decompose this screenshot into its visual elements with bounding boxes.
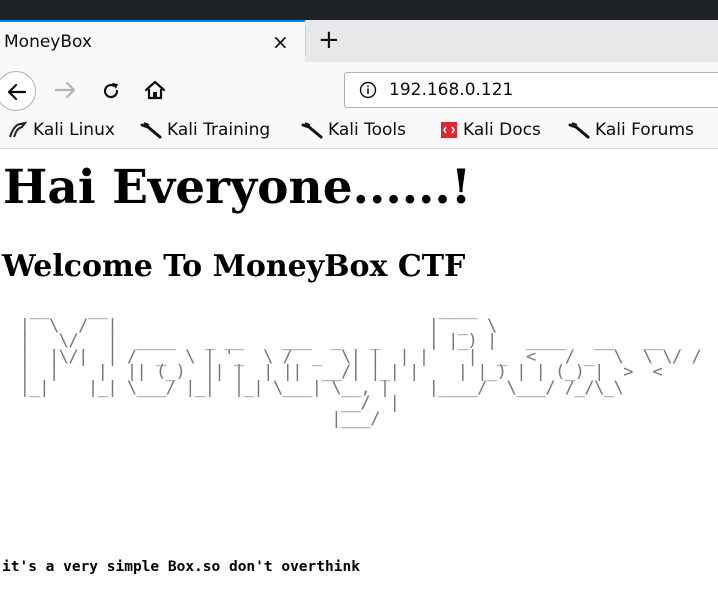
window-titlebar (0, 0, 718, 20)
page-subheading: Welcome To MoneyBox CTF (2, 249, 466, 284)
bookmark-kali-forums[interactable]: Kali Forums (568, 120, 694, 144)
kali-dragon-icon (9, 121, 28, 138)
kali-dragon-icon (568, 122, 590, 139)
bookmark-label: Kali Training (167, 120, 271, 140)
tab-title: MoneyBox (4, 32, 92, 52)
kali-dragon-icon (140, 122, 162, 139)
tab-moneybox[interactable]: MoneyBox × (0, 20, 305, 62)
forward-arrow-icon[interactable] (54, 80, 76, 100)
url-text[interactable]: 192.168.0.121 (389, 80, 513, 100)
kali-docs-icon (441, 122, 457, 138)
info-icon[interactable] (359, 81, 377, 99)
new-tab-button[interactable]: + (318, 22, 340, 58)
bookmark-label: Kali Docs (463, 120, 541, 140)
page-heading: Hai Everyone......! (3, 160, 472, 215)
bookmark-kali-training[interactable]: Kali Training (140, 120, 270, 144)
reload-icon[interactable] (100, 80, 122, 102)
tab-close-icon[interactable]: × (272, 30, 289, 54)
back-arrow-icon (7, 83, 27, 101)
bookmark-label: Kali Forums (595, 120, 694, 140)
bookmark-kali-tools[interactable]: Kali Tools (301, 120, 406, 144)
bookmark-label: Kali Linux (33, 120, 115, 140)
moneybox-ascii-art: __ __ ____ | \ / | | _ \ | \/ | ____ _ _… (19, 300, 702, 429)
bookmark-label: Kali Tools (328, 120, 406, 140)
tab-separator (305, 26, 306, 56)
home-icon[interactable] (143, 79, 167, 101)
bookmark-kali-docs[interactable]: Kali Docs (440, 120, 541, 144)
page-note: it's a very simple Box.so don't overthin… (2, 559, 360, 575)
bookmark-kali-linux[interactable]: Kali Linux (8, 120, 115, 144)
url-bar[interactable]: 192.168.0.121 (344, 72, 718, 108)
kali-dragon-icon (301, 122, 323, 139)
